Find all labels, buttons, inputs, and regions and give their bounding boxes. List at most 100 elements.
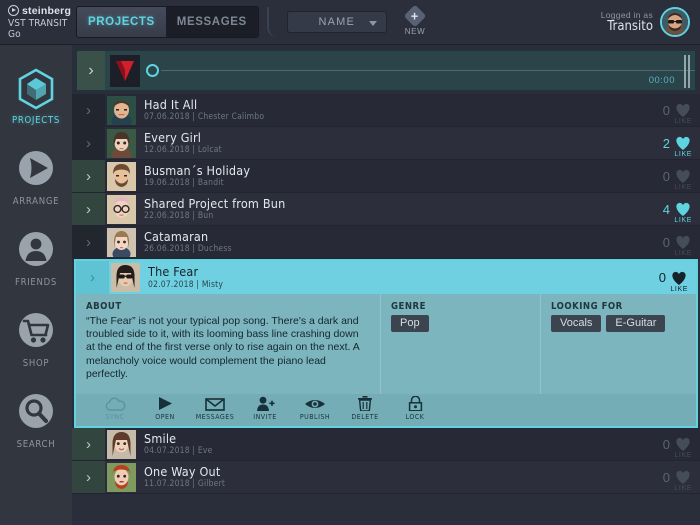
table-row[interactable]: › Busman´s Holiday 19.06.2018 | Bandit 0… xyxy=(72,160,700,193)
heart-icon[interactable] xyxy=(674,201,692,217)
play-triangle-icon xyxy=(157,396,173,411)
sync-button[interactable]: SYNC xyxy=(90,394,140,421)
sidebar-item-shop[interactable]: SHOP xyxy=(0,310,72,369)
like-column[interactable]: 2 LIKE xyxy=(644,127,700,159)
delete-label: DELETE xyxy=(351,413,379,421)
messages-button[interactable]: MESSAGES xyxy=(190,394,240,421)
genre-tags: Pop xyxy=(391,315,530,332)
chevron-right-icon[interactable]: › xyxy=(72,428,105,460)
player-bar: › 00:00 xyxy=(76,50,696,91)
project-title: Every Girl xyxy=(144,129,202,145)
chevron-right-icon[interactable]: › xyxy=(76,261,109,294)
main-content: › 00:00 › Had It All 07.06.2018 | Cheste… xyxy=(72,45,700,525)
sidebar-item-search[interactable]: SEARCH xyxy=(0,391,72,450)
chevron-right-icon[interactable]: › xyxy=(72,94,105,126)
sidebar: PROJECTS ARRANGE FRIENDS SHOP SEARCH xyxy=(0,45,72,525)
table-row[interactable]: › Shared Project from Bun 22.06.2018 | B… xyxy=(72,193,700,226)
delete-button[interactable]: DELETE xyxy=(340,394,390,421)
avatar xyxy=(107,96,136,125)
avatar xyxy=(107,129,136,158)
heart-icon[interactable] xyxy=(674,102,692,118)
publish-button[interactable]: PUBLISH xyxy=(290,394,340,421)
sidebar-label-friends: FRIENDS xyxy=(14,277,58,288)
divider xyxy=(266,7,281,37)
sync-label: SYNC xyxy=(105,413,125,421)
like-column[interactable]: 0 LIKE xyxy=(644,226,700,258)
row-meta: Every Girl 12.06.2018 | Lolcat xyxy=(136,127,644,159)
playhead-circle-icon[interactable] xyxy=(146,64,159,77)
project-list-top: › Had It All 07.06.2018 | Chester Calimb… xyxy=(72,94,700,259)
username: Transito xyxy=(607,19,653,34)
row-meta: Catamaran 26.06.2018 | Duchess xyxy=(136,226,644,258)
about-section: ABOUT “The Fear” is not your typical pop… xyxy=(76,294,381,394)
heart-icon[interactable] xyxy=(674,436,692,452)
avatar xyxy=(111,263,140,292)
person-circle-icon xyxy=(14,229,58,273)
sidebar-label-search: SEARCH xyxy=(16,439,56,450)
open-button[interactable]: OPEN xyxy=(140,394,190,421)
like-column[interactable]: 4 LIKE xyxy=(644,193,700,225)
like-column[interactable]: 0 LIKE xyxy=(640,261,696,294)
like-count: 0 xyxy=(662,234,670,250)
like-column[interactable]: 0 LIKE xyxy=(644,94,700,126)
trash-icon xyxy=(357,396,373,411)
brand-name: steinberg xyxy=(22,4,72,17)
player-track-line[interactable] xyxy=(161,70,695,71)
chevron-down-icon xyxy=(368,21,377,26)
heart-icon[interactable] xyxy=(674,168,692,184)
user-account[interactable]: Logged in as Transito xyxy=(601,7,690,37)
table-row-selected[interactable]: › The Fear 02.07.2018 | Misty 0 LIKE xyxy=(76,261,696,294)
chevron-right-icon[interactable]: › xyxy=(72,226,105,258)
genre-tag[interactable]: Pop xyxy=(391,315,429,332)
sidebar-label-arrange: ARRANGE xyxy=(12,196,60,207)
name-filter-dropdown[interactable]: NAME xyxy=(286,11,387,33)
heart-icon[interactable] xyxy=(674,469,692,485)
projects-cube-icon xyxy=(14,67,58,111)
chevron-right-icon[interactable]: › xyxy=(72,127,105,159)
sidebar-item-projects[interactable]: PROJECTS xyxy=(0,67,72,126)
chevron-right-icon[interactable]: › xyxy=(72,461,105,493)
looking-for-tag[interactable]: E-Guitar xyxy=(606,315,666,332)
lock-button[interactable]: LOCK xyxy=(390,394,440,421)
project-subtitle: 04.07.2018 | Eve xyxy=(144,446,213,457)
project-title: The Fear xyxy=(148,264,199,280)
tab-messages[interactable]: MESSAGES xyxy=(165,7,258,37)
chevron-right-icon[interactable]: › xyxy=(77,51,105,90)
like-column[interactable]: 0 LIKE xyxy=(644,428,700,460)
looking-for-header: LOOKING FOR xyxy=(551,301,623,312)
looking-for-tags: Vocals E-Guitar xyxy=(551,315,686,332)
open-label: OPEN xyxy=(155,413,175,421)
heart-icon[interactable] xyxy=(670,270,688,286)
sidebar-item-friends[interactable]: FRIENDS xyxy=(0,229,72,288)
about-header: ABOUT xyxy=(86,301,122,312)
looking-for-section: LOOKING FOR Vocals E-Guitar xyxy=(541,294,696,394)
avatar xyxy=(660,7,690,37)
looking-for-tag[interactable]: Vocals xyxy=(551,315,602,332)
table-row[interactable]: › Had It All 07.06.2018 | Chester Calimb… xyxy=(72,94,700,127)
heart-icon[interactable] xyxy=(674,135,692,151)
like-label: LIKE xyxy=(674,151,692,158)
like-label: LIKE xyxy=(670,286,688,293)
table-row[interactable]: › Smile 04.07.2018 | Eve 0 LIKE xyxy=(72,428,700,461)
avatar xyxy=(107,430,136,459)
chevron-right-icon[interactable]: › xyxy=(72,193,105,225)
new-project-button[interactable]: + NEW xyxy=(403,4,427,36)
project-title: One Way Out xyxy=(144,463,221,479)
sidebar-item-arrange[interactable]: ARRANGE xyxy=(0,148,72,207)
table-row[interactable]: › Catamaran 26.06.2018 | Duchess 0 LIKE xyxy=(72,226,700,259)
genre-header: GENRE xyxy=(391,301,426,312)
like-label: LIKE xyxy=(674,452,692,459)
like-count: 0 xyxy=(662,102,670,118)
chevron-right-icon[interactable]: › xyxy=(72,160,105,192)
table-row[interactable]: › One Way Out 11.07.2018 | Gilbert 0 LIK… xyxy=(72,461,700,494)
table-row[interactable]: › Every Girl 12.06.2018 | Lolcat 2 LIKE xyxy=(72,127,700,160)
invite-button[interactable]: INVITE xyxy=(240,394,290,421)
project-title: Smile xyxy=(144,430,177,446)
sidebar-label-projects: PROJECTS xyxy=(12,115,60,126)
tab-projects[interactable]: PROJECTS xyxy=(77,7,166,37)
vst-v-logo-icon xyxy=(110,54,140,87)
like-column[interactable]: 0 LIKE xyxy=(644,461,700,493)
like-column[interactable]: 0 LIKE xyxy=(644,160,700,192)
about-text: “The Fear” is not your typical pop song.… xyxy=(86,315,360,380)
heart-icon[interactable] xyxy=(674,234,692,250)
